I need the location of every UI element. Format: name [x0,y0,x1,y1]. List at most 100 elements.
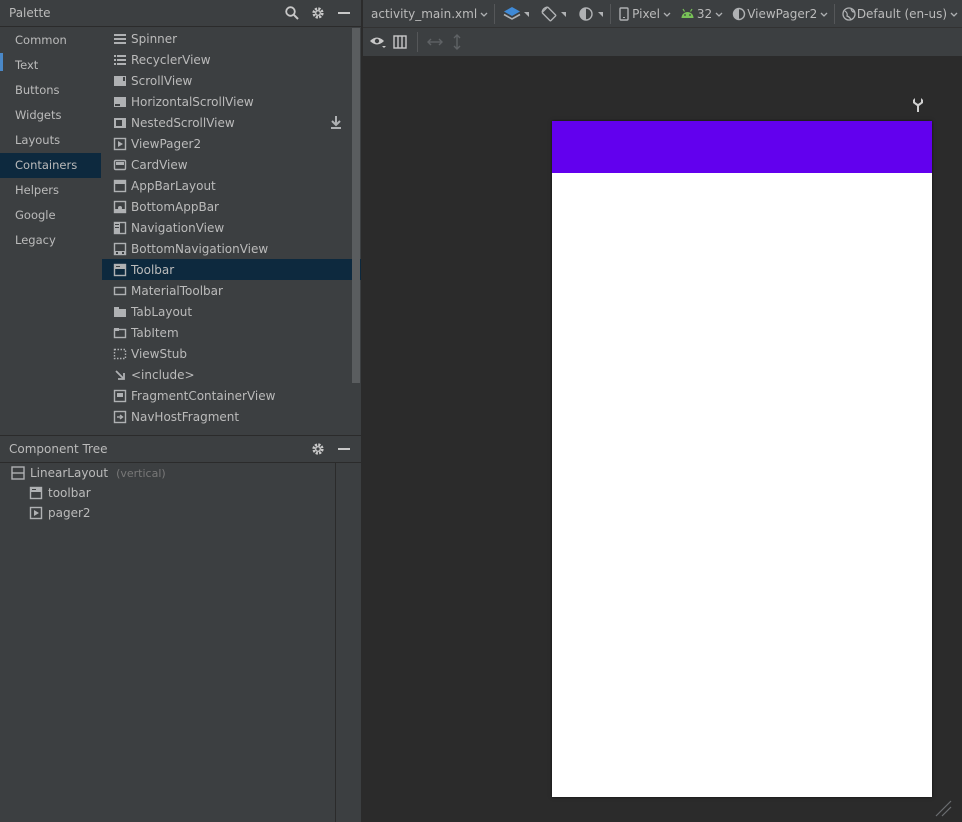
blueprint-toggle-icon[interactable] [389,31,411,53]
tree-node-label: LinearLayout [30,466,109,480]
widget-bottomnavigationview[interactable]: BottomNavigationView [102,238,352,259]
widget-label: TabItem [131,325,179,340]
toolbar-separator [609,3,611,24]
category-layouts[interactable]: Layouts [0,128,101,153]
toolbar-icon [113,263,127,277]
gear-icon[interactable] [305,436,331,462]
widget-fragmentcontainerview[interactable]: FragmentContainerView [102,385,352,406]
night-mode-button[interactable] [571,0,608,28]
chevron-down-icon [715,7,723,21]
minimize-icon[interactable] [331,0,357,26]
widget-horizontalscrollview[interactable]: HorizontalScrollView [102,91,352,112]
vertical-resize-icon[interactable] [446,31,468,53]
widget-cardview[interactable]: CardView [102,154,352,175]
palette-title: Palette [9,6,51,20]
hscroll-icon [113,95,127,109]
viewpager-icon [29,506,43,520]
search-icon[interactable] [279,0,305,26]
horizontal-resize-icon[interactable] [424,31,446,53]
app-bar-preview[interactable] [552,121,932,173]
device-selector[interactable]: Pixel [612,0,675,28]
tablayout-icon [113,305,127,319]
theme-icon [731,3,747,25]
widget-spinner[interactable]: Spinner [102,28,352,49]
tree-node-pager2[interactable]: pager2 [0,503,361,523]
widget-navhostfragment[interactable]: NavHostFragment [102,406,352,427]
category-widgets[interactable]: Widgets [0,103,101,128]
api-selector[interactable]: 32 [675,0,727,28]
widget-label: CardView [131,157,188,172]
locale-name: Default (en-us) [856,6,948,21]
wrench-icon[interactable] [912,97,924,116]
toolbar-icon [29,486,43,500]
widget-toolbar[interactable]: Toolbar [102,259,361,280]
widget-label: TabLayout [131,304,193,319]
palette-widget-list: Spinner RecyclerView ScrollView Horizont… [102,28,361,433]
component-tree-title: Component Tree [9,442,108,456]
orientation-button[interactable] [534,0,571,28]
file-selector[interactable]: activity_main.xml [363,0,492,28]
navigation-icon [113,221,127,235]
appbar-icon [113,179,127,193]
design-mode-button[interactable] [497,0,534,28]
locale-selector[interactable]: Default (en-us) [837,0,962,28]
widget-label: NavHostFragment [131,409,240,424]
widget-bottomappbar[interactable]: BottomAppBar [102,196,352,217]
tree-node-toolbar[interactable]: toolbar [0,483,361,503]
chevron-down-icon [560,7,567,21]
category-google[interactable]: Google [0,203,101,228]
tabitem-icon [113,326,127,340]
widget-tablayout[interactable]: TabLayout [102,301,352,322]
widget-label: ViewStub [131,346,188,361]
view-options-toolbar [363,28,962,57]
widget-materialtoolbar[interactable]: MaterialToolbar [102,280,352,301]
category-helpers[interactable]: Helpers [0,178,101,203]
chevron-down-icon [950,7,958,21]
scrollview-icon [113,74,127,88]
tree-node-label: toolbar [48,486,91,500]
eye-icon[interactable] [367,31,389,53]
category-legacy[interactable]: Legacy [0,228,101,253]
widget-label: RecyclerView [131,52,211,67]
api-level: 32 [696,6,713,21]
widget-nestedscrollview[interactable]: NestedScrollView [102,112,352,133]
tree-node-hint: (vertical) [116,466,166,480]
viewpager-icon [113,137,127,151]
category-buttons[interactable]: Buttons [0,78,101,103]
bottom-nav-icon [113,242,127,256]
toolbar-separator [494,3,495,24]
widget-appbarlayout[interactable]: AppBarLayout [102,175,352,196]
chevron-down-icon [820,7,828,21]
theme-selector[interactable]: ViewPager2 [727,0,832,28]
category-text[interactable]: Text [0,53,101,78]
night-mode-icon [575,3,597,25]
editor-toolbar: activity_main.xml Pixel 32 ViewPager2 De… [363,0,962,28]
minimize-icon[interactable] [331,436,357,462]
category-common[interactable]: Common [0,28,101,53]
toolbar-separator [417,32,418,52]
file-name: activity_main.xml [371,6,478,21]
widget-label: FragmentContainerView [131,388,276,403]
tree-node-linearlayout[interactable]: LinearLayout (vertical) [0,463,361,483]
widget-viewstub[interactable]: ViewStub [102,343,352,364]
download-icon[interactable] [330,115,342,132]
widget-scrollview[interactable]: ScrollView [102,70,352,91]
category-containers[interactable]: Containers [0,153,101,178]
widget-navigationview[interactable]: NavigationView [102,217,352,238]
widget-include[interactable]: <include> [102,364,352,385]
chevron-down-icon [523,7,530,21]
resize-handle-icon[interactable] [934,799,952,820]
widget-recyclerview[interactable]: RecyclerView [102,49,352,70]
widget-tabitem[interactable]: TabItem [102,322,352,343]
palette-scrollbar[interactable] [352,28,360,383]
left-panel: Palette Common Text Buttons Widgets Layo… [0,0,361,822]
component-tree-header: Component Tree [0,435,361,463]
card-icon [113,158,127,172]
widget-viewpager2[interactable]: ViewPager2 [102,133,352,154]
list-icon [113,53,127,67]
gear-icon[interactable] [305,0,331,26]
tree-divider[interactable] [335,463,336,822]
widget-label: HorizontalScrollView [131,94,254,109]
rotate-icon [538,3,560,25]
device-preview[interactable] [552,121,932,797]
